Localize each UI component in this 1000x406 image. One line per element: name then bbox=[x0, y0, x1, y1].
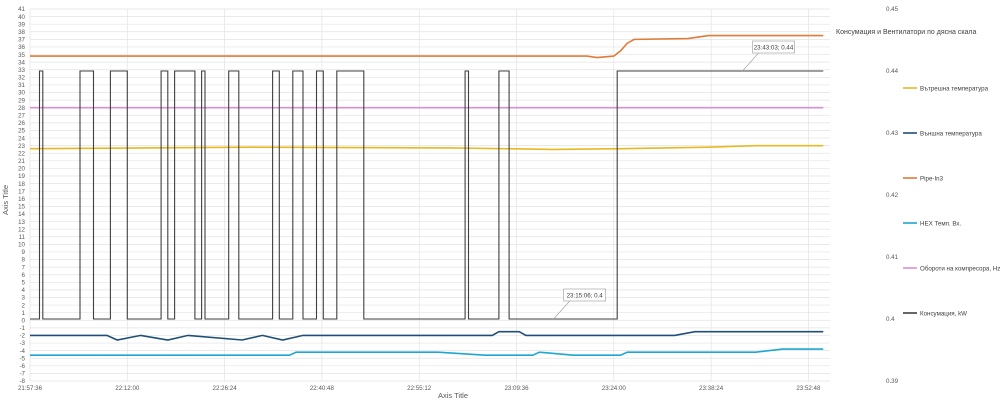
left-tick-label: 8 bbox=[22, 257, 26, 264]
x-tick-label: 22:40:48 bbox=[310, 385, 335, 392]
left-tick-label: -2 bbox=[19, 333, 25, 340]
left-tick-label: 1 bbox=[22, 310, 26, 317]
left-tick-label: 30 bbox=[18, 90, 25, 97]
x-tick-label: 21:57:36 bbox=[18, 385, 43, 392]
data-callouts: 23:15:06; 0.4 23:43:03; 0.44 bbox=[553, 40, 795, 320]
right-axis-ticks: 0.39 0.4 0.41 0.42 0.43 0.44 0.45 bbox=[886, 6, 899, 385]
left-tick-label: 40 bbox=[18, 14, 25, 21]
series-line bbox=[29, 144, 824, 151]
left-tick-label: 29 bbox=[18, 97, 25, 104]
left-tick-label: 15 bbox=[18, 204, 25, 211]
left-tick-label: -6 bbox=[19, 363, 25, 370]
left-tick-label: 2 bbox=[22, 302, 26, 309]
callout-label: 23:43:03; 0.44 bbox=[754, 45, 794, 52]
callout-leader bbox=[553, 300, 570, 320]
x-tick-label: 22:26:24 bbox=[213, 385, 238, 392]
series-lines bbox=[29, 34, 824, 356]
left-tick-label: -4 bbox=[19, 348, 25, 355]
left-tick-label: 32 bbox=[18, 75, 25, 82]
left-tick-label: 5 bbox=[22, 280, 26, 287]
left-tick-label: -3 bbox=[19, 340, 25, 347]
left-tick-label: 39 bbox=[18, 21, 25, 28]
legend-label: Външна температура bbox=[920, 130, 982, 137]
y-axis-title: Axis Title bbox=[1, 185, 10, 215]
left-tick-label: 41 bbox=[18, 6, 25, 13]
right-tick-label: 0.4 bbox=[886, 316, 895, 323]
left-tick-label: 9 bbox=[22, 249, 26, 256]
left-tick-label: 18 bbox=[18, 181, 25, 188]
left-tick-label: 31 bbox=[18, 82, 25, 89]
left-tick-label: 23 bbox=[18, 143, 25, 150]
left-tick-label: 38 bbox=[18, 29, 25, 36]
left-tick-label: 19 bbox=[18, 173, 25, 180]
left-tick-label: -7 bbox=[19, 371, 25, 378]
left-tick-label: 22 bbox=[18, 150, 25, 157]
right-tick-label: 0.44 bbox=[886, 68, 899, 75]
legend-label: Pipe-In3 bbox=[920, 175, 944, 182]
left-tick-label: 24 bbox=[18, 135, 25, 142]
x-axis-title: Axis Title bbox=[438, 391, 468, 400]
series-line bbox=[30, 330, 824, 341]
x-tick-label: 22:55:12 bbox=[407, 385, 432, 392]
left-tick-label: 33 bbox=[18, 67, 25, 74]
legend-label: Вътрешна температура bbox=[920, 85, 989, 92]
callout-label: 23:15:06; 0.4 bbox=[567, 293, 604, 300]
left-tick-label: 36 bbox=[18, 44, 25, 51]
left-tick-label: 11 bbox=[19, 234, 26, 241]
x-tick-label: 23:24:00 bbox=[602, 385, 627, 392]
left-tick-label: 21 bbox=[18, 158, 25, 165]
left-tick-label: 6 bbox=[22, 272, 26, 279]
right-tick-label: 0.41 bbox=[886, 254, 899, 261]
right-tick-label: 0.42 bbox=[886, 192, 899, 199]
left-tick-label: 16 bbox=[18, 196, 25, 203]
series-line bbox=[30, 348, 824, 356]
line-chart: -8-7-6-5-4-3-2-1012345678910111213141516… bbox=[1, 6, 1000, 400]
left-tick-label: 34 bbox=[18, 59, 25, 66]
left-tick-label: 7 bbox=[22, 264, 26, 271]
left-tick-label: 37 bbox=[18, 37, 25, 44]
left-tick-label: -5 bbox=[19, 355, 25, 362]
legend-label: Консумация, kW bbox=[920, 310, 967, 317]
right-tick-label: 0.43 bbox=[886, 130, 899, 137]
legend-label: Обороти на компресора, Hz bbox=[920, 265, 1000, 272]
x-axis-ticks: 21:57:36 22:12:00 22:26:24 22:40:48 22:55:12… bbox=[18, 385, 821, 392]
x-tick-label: 23:52:48 bbox=[796, 385, 821, 392]
left-tick-label: 14 bbox=[18, 211, 25, 218]
x-tick-label: 23:09:36 bbox=[504, 385, 529, 392]
left-tick-label: 20 bbox=[18, 166, 25, 173]
left-tick-label: 4 bbox=[22, 287, 26, 294]
chart-container: -8 -7 -6 -5 -4 -3 -2 -1 0 1 2 3 4 5 6 7 8 9 10 11 12 13 14 15 16… bbox=[0, 0, 1000, 401]
left-tick-label: 35 bbox=[18, 52, 25, 59]
left-tick-label: 28 bbox=[18, 105, 25, 112]
left-tick-label: 3 bbox=[22, 295, 26, 302]
x-tick-label: 23:38:24 bbox=[699, 385, 724, 392]
gridlines bbox=[29, 8, 830, 382]
left-tick-label: 10 bbox=[18, 242, 25, 249]
left-tick-label: 27 bbox=[18, 112, 25, 119]
legend: Вътрешна температура Външна температура Pi… bbox=[903, 85, 1000, 317]
left-tick-label: 25 bbox=[18, 128, 25, 135]
right-tick-label: 0.45 bbox=[886, 6, 899, 13]
x-tick-label: 22:12:00 bbox=[115, 385, 140, 392]
left-tick-label: 26 bbox=[18, 120, 25, 127]
secondary-axis-note: Консумация и Вентилатори по дясна скала bbox=[836, 29, 977, 36]
left-tick-label: 0 bbox=[22, 317, 26, 324]
left-tick-label: 12 bbox=[18, 226, 25, 233]
right-tick-label: 0.39 bbox=[886, 378, 899, 385]
left-tick-label: 13 bbox=[18, 219, 25, 226]
legend-label: HEX Темп. Вх. bbox=[920, 220, 962, 227]
left-tick-label: 17 bbox=[18, 188, 25, 195]
left-tick-label: -1 bbox=[19, 325, 25, 332]
left-axis-ticks: -8-7-6-5-4-3-2-1012345678910111213141516… bbox=[18, 6, 25, 385]
